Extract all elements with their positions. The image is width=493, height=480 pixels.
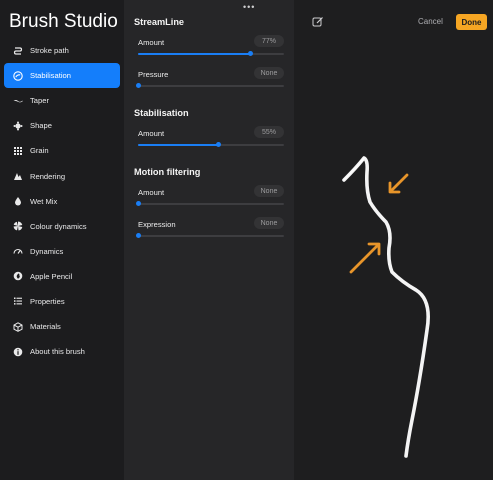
stabilisation-amount-slider[interactable] [138,142,284,147]
streamline-pressure-slider[interactable] [136,83,284,88]
dynamics-icon [12,245,24,257]
motion-filtering-amount-slider[interactable] [136,201,284,206]
setting-value[interactable]: 77% [254,35,284,47]
setting-label: Pressure [138,70,169,79]
setting-label: Amount [138,38,165,47]
setting-value[interactable]: None [254,67,284,79]
sidebar-item-wet-mix[interactable]: Wet Mix [4,189,120,214]
streamline-amount-slider[interactable] [138,51,284,56]
section-title-motion-filtering: Motion filtering [134,167,201,177]
app-title: Brush Studio [9,11,118,32]
sidebar-item-shape[interactable]: Shape [4,113,120,138]
sidebar-item-colour-dynamics[interactable]: Colour dynamics [4,214,120,239]
slider-knob[interactable] [248,51,254,56]
streamline-pressure-setting: Pressure None [136,67,284,92]
slider-knob[interactable] [136,83,141,88]
slider-knob[interactable] [216,142,222,147]
arrow-annotation-lower [349,242,381,274]
sidebar-item-apple-pencil[interactable]: Apple Pencil [4,264,120,289]
sidebar-item-rendering[interactable]: Rendering [4,163,120,188]
motion-filtering-expression-slider[interactable] [136,233,284,238]
motion-filtering-amount-setting: Amount None [136,185,284,210]
setting-label: Expression [138,220,176,229]
setting-value[interactable]: 55% [254,126,284,138]
about-icon [12,346,24,358]
sidebar-item-stroke-path[interactable]: Stroke path [4,38,120,63]
settings-panel: StreamLine Amount 77% Pressure None Stab… [124,0,294,480]
sidebar-item-dynamics[interactable]: Dynamics [4,239,120,264]
grain-icon [12,145,24,157]
sidebar-item-taper[interactable]: Taper [4,88,120,113]
ellipsis-icon[interactable]: ••• [243,2,255,12]
sidebar-item-label: Properties [30,296,65,306]
sidebar-item-label: Rendering [30,171,66,181]
sidebar-item-stabilisation[interactable]: Stabilisation [4,63,120,89]
sidebar-item-properties[interactable]: Properties [4,289,120,314]
wet-mix-icon [12,195,24,207]
materials-icon [12,321,24,333]
sidebar-item-label: Taper [30,96,49,106]
slider-knob[interactable] [136,233,141,238]
sidebar-item-label: Stabilisation [30,71,71,81]
taper-icon [12,95,24,107]
sidebar-item-label: Stroke path [30,46,69,56]
sidebar: Brush Studio Stroke path Stabilisation T… [0,0,124,480]
setting-label: Amount [138,188,165,197]
sidebar-nav: Stroke path Stabilisation Taper Shape Gr… [4,38,120,364]
setting-value[interactable]: None [254,185,284,197]
slider-fill [138,144,219,146]
section-title-stabilisation: Stabilisation [134,108,189,118]
colour-dynamics-icon [12,220,24,232]
streamline-amount-setting: Amount 77% [138,35,284,60]
stroke-path-icon [12,45,24,57]
sidebar-item-materials[interactable]: Materials [4,314,120,339]
setting-value[interactable]: None [254,217,284,229]
sidebar-item-label: Wet Mix [30,196,58,206]
arrow-annotation-upper [388,173,409,194]
brush-stroke-preview [342,156,430,458]
sidebar-item-about-this-brush[interactable]: About this brush [4,339,120,364]
properties-icon [12,295,24,307]
stabilisation-icon [12,70,24,82]
shape-icon [12,120,24,132]
sidebar-item-label: Shape [30,121,52,131]
stabilisation-amount-setting: Amount 55% [138,126,284,151]
brush-stroke [342,156,430,458]
sidebar-item-label: Apple Pencil [30,271,73,281]
sidebar-item-label: Grain [30,146,49,156]
rendering-icon [12,170,24,182]
motion-filtering-expression-setting: Expression None [136,217,284,242]
sidebar-item-label: Colour dynamics [30,221,87,231]
sidebar-item-label: Dynamics [30,246,64,256]
slider-fill [138,53,251,55]
sidebar-item-grain[interactable]: Grain [4,138,120,163]
section-title-streamline: StreamLine [134,17,185,27]
slider-knob[interactable] [136,201,141,206]
sidebar-item-label: About this brush [30,347,85,357]
apple-pencil-icon [12,270,24,282]
setting-label: Amount [138,129,165,138]
sidebar-item-label: Materials [30,322,61,332]
